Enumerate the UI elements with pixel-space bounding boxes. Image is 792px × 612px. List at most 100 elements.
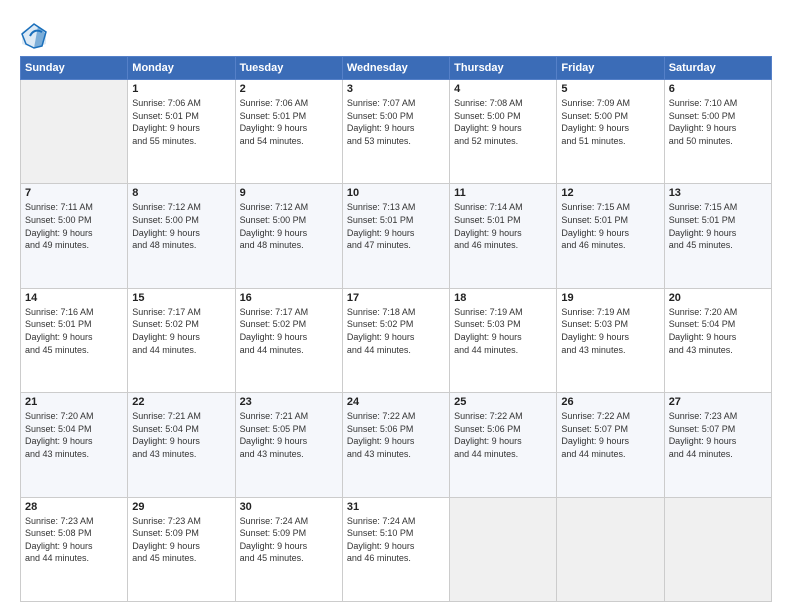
week-row-2: 14 Sunrise: 7:16 AMSunset: 5:01 PMDayligh… [21,288,772,392]
page: SundayMondayTuesdayWednesdayThursdayFrid… [0,0,792,612]
day-info: Sunrise: 7:12 AMSunset: 5:00 PMDaylight:… [132,201,230,251]
day-cell: 27Sunrise: 7:23 AMSunset: 5:07 PMDayligh… [664,393,771,497]
day-number: 29 [132,501,230,513]
day-info: Sunrise: 7:09 AMSunset: 5:00 PMDaylight:… [561,97,659,147]
day-cell: 15Sunrise: 7:17 AMSunset: 5:02 PMDayligh… [128,288,235,392]
weekday-header-sunday: Sunday [21,57,128,80]
day-info: Sunrise: 7:18 AMSunset: 5:02 PMDaylight:… [347,306,445,356]
day-cell: 5 Sunrise: 7:09 AMSunset: 5:00 PMDaylight… [557,80,664,184]
day-number: 23 [240,396,338,408]
day-number: 20 [669,292,767,304]
day-number: 26 [561,396,659,408]
day-cell [664,497,771,601]
day-cell: 17 Sunrise: 7:18 AMSunset: 5:02 PMDayligh… [342,288,449,392]
day-info: Sunrise: 7:24 AMSunset: 5:09 PMDaylight:… [240,515,338,565]
day-number: 8 [132,187,230,199]
day-number: 28 [25,501,123,513]
day-number: 5 [561,83,659,95]
day-number: 14 [25,292,123,304]
day-number: 7 [25,187,123,199]
day-info: Sunrise: 7:24 AMSunset: 5:10 PMDaylight:… [347,515,445,565]
day-cell: 3 Sunrise: 7:07 AMSunset: 5:00 PMDaylight… [342,80,449,184]
day-info: Sunrise: 7:17 AMSunset: 5:02 PMDaylight:… [132,306,230,356]
day-cell: 8 Sunrise: 7:12 AMSunset: 5:00 PMDaylight… [128,184,235,288]
day-number: 30 [240,501,338,513]
weekday-header-tuesday: Tuesday [235,57,342,80]
day-cell: 4 Sunrise: 7:08 AMSunset: 5:00 PMDaylight… [450,80,557,184]
day-info: Sunrise: 7:06 AMSunset: 5:01 PMDaylight:… [132,97,230,147]
day-number: 16 [240,292,338,304]
day-info: Sunrise: 7:11 AMSunset: 5:00 PMDaylight:… [25,201,123,251]
day-info: Sunrise: 7:20 AMSunset: 5:04 PMDaylight:… [669,306,767,356]
day-info: Sunrise: 7:15 AMSunset: 5:01 PMDaylight:… [561,201,659,251]
day-number: 4 [454,83,552,95]
day-info: Sunrise: 7:07 AMSunset: 5:00 PMDaylight:… [347,97,445,147]
day-cell: 19Sunrise: 7:19 AMSunset: 5:03 PMDayligh… [557,288,664,392]
day-cell: 29 Sunrise: 7:23 AMSunset: 5:09 PMDayligh… [128,497,235,601]
day-info: Sunrise: 7:14 AMSunset: 5:01 PMDaylight:… [454,201,552,251]
logo [20,22,52,50]
day-cell: 26 Sunrise: 7:22 AMSunset: 5:07 PMDayligh… [557,393,664,497]
day-cell: 2Sunrise: 7:06 AMSunset: 5:01 PMDaylight… [235,80,342,184]
day-info: Sunrise: 7:08 AMSunset: 5:00 PMDaylight:… [454,97,552,147]
day-info: Sunrise: 7:21 AMSunset: 5:05 PMDaylight:… [240,410,338,460]
day-number: 3 [347,83,445,95]
weekday-header-wednesday: Wednesday [342,57,449,80]
weekday-row: SundayMondayTuesdayWednesdayThursdayFrid… [21,57,772,80]
day-cell: 14 Sunrise: 7:16 AMSunset: 5:01 PMDayligh… [21,288,128,392]
day-number: 17 [347,292,445,304]
day-number: 21 [25,396,123,408]
day-number: 18 [454,292,552,304]
logo-icon [20,22,48,50]
day-number: 13 [669,187,767,199]
day-cell: 11Sunrise: 7:14 AMSunset: 5:01 PMDayligh… [450,184,557,288]
day-info: Sunrise: 7:10 AMSunset: 5:00 PMDaylight:… [669,97,767,147]
day-cell: 20 Sunrise: 7:20 AMSunset: 5:04 PMDayligh… [664,288,771,392]
day-info: Sunrise: 7:22 AMSunset: 5:07 PMDaylight:… [561,410,659,460]
day-cell: 16Sunrise: 7:17 AMSunset: 5:02 PMDayligh… [235,288,342,392]
day-number: 22 [132,396,230,408]
weekday-header-thursday: Thursday [450,57,557,80]
day-info: Sunrise: 7:22 AMSunset: 5:06 PMDaylight:… [454,410,552,460]
day-number: 1 [132,83,230,95]
day-number: 12 [561,187,659,199]
day-number: 2 [240,83,338,95]
day-cell: 22Sunrise: 7:21 AMSunset: 5:04 PMDayligh… [128,393,235,497]
calendar-body: 1 Sunrise: 7:06 AMSunset: 5:01 PMDaylight… [21,80,772,602]
day-cell: 24 Sunrise: 7:22 AMSunset: 5:06 PMDayligh… [342,393,449,497]
day-cell: 12 Sunrise: 7:15 AMSunset: 5:01 PMDayligh… [557,184,664,288]
day-cell: 30 Sunrise: 7:24 AMSunset: 5:09 PMDayligh… [235,497,342,601]
day-info: Sunrise: 7:13 AMSunset: 5:01 PMDaylight:… [347,201,445,251]
day-cell: 9 Sunrise: 7:12 AMSunset: 5:00 PMDaylight… [235,184,342,288]
day-info: Sunrise: 7:12 AMSunset: 5:00 PMDaylight:… [240,201,338,251]
weekday-header-saturday: Saturday [664,57,771,80]
day-cell: 6 Sunrise: 7:10 AMSunset: 5:00 PMDaylight… [664,80,771,184]
weekday-header-friday: Friday [557,57,664,80]
day-number: 9 [240,187,338,199]
day-number: 27 [669,396,767,408]
day-cell: 1 Sunrise: 7:06 AMSunset: 5:01 PMDaylight… [128,80,235,184]
day-number: 10 [347,187,445,199]
day-info: Sunrise: 7:16 AMSunset: 5:01 PMDaylight:… [25,306,123,356]
day-info: Sunrise: 7:22 AMSunset: 5:06 PMDaylight:… [347,410,445,460]
week-row-3: 21Sunrise: 7:20 AMSunset: 5:04 PMDayligh… [21,393,772,497]
day-cell: 31 Sunrise: 7:24 AMSunset: 5:10 PMDayligh… [342,497,449,601]
day-number: 24 [347,396,445,408]
day-cell: 18Sunrise: 7:19 AMSunset: 5:03 PMDayligh… [450,288,557,392]
calendar-header: SundayMondayTuesdayWednesdayThursdayFrid… [21,57,772,80]
day-number: 25 [454,396,552,408]
day-cell [557,497,664,601]
header [20,18,772,50]
day-info: Sunrise: 7:15 AMSunset: 5:01 PMDaylight:… [669,201,767,251]
day-number: 31 [347,501,445,513]
week-row-4: 28 Sunrise: 7:23 AMSunset: 5:08 PMDayligh… [21,497,772,601]
day-cell: 10 Sunrise: 7:13 AMSunset: 5:01 PMDayligh… [342,184,449,288]
day-cell: 21Sunrise: 7:20 AMSunset: 5:04 PMDayligh… [21,393,128,497]
weekday-header-monday: Monday [128,57,235,80]
day-cell: 25 Sunrise: 7:22 AMSunset: 5:06 PMDayligh… [450,393,557,497]
day-number: 6 [669,83,767,95]
day-cell: 13 Sunrise: 7:15 AMSunset: 5:01 PMDayligh… [664,184,771,288]
day-info: Sunrise: 7:23 AMSunset: 5:08 PMDaylight:… [25,515,123,565]
day-info: Sunrise: 7:23 AMSunset: 5:09 PMDaylight:… [132,515,230,565]
day-cell [450,497,557,601]
